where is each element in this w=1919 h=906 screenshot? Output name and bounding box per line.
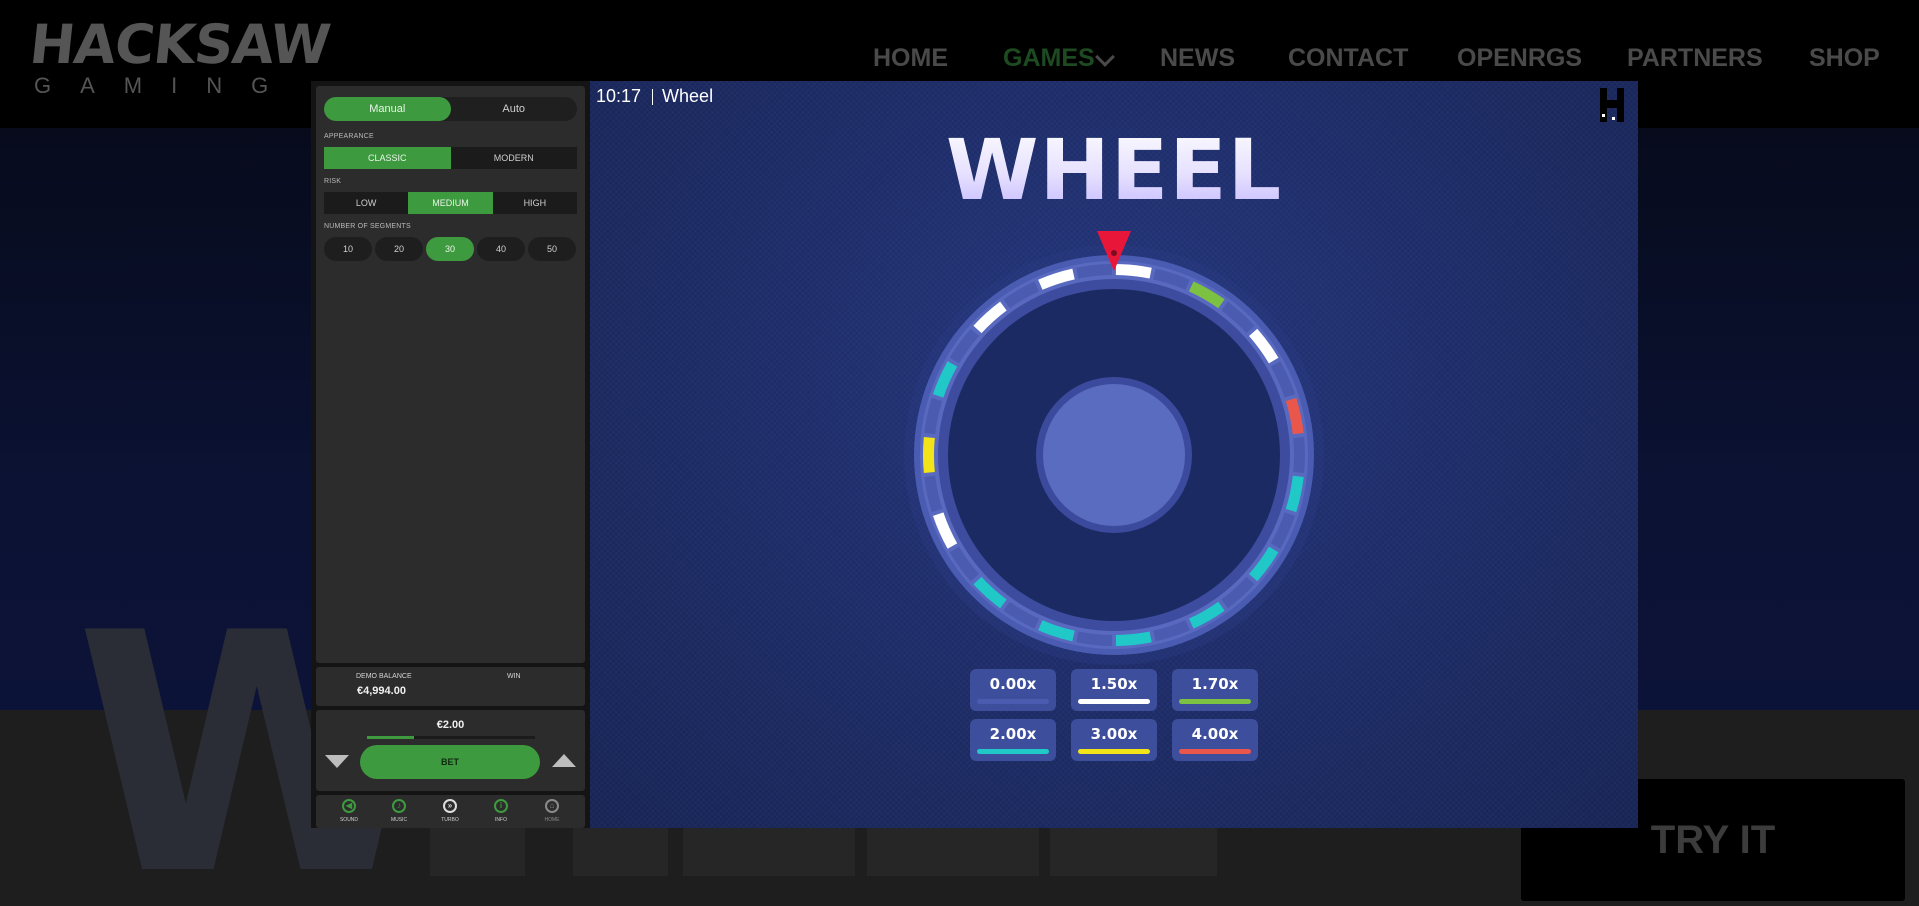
multiplier-color-bar — [977, 699, 1049, 704]
game-info-bar: 10:17 Wheel — [596, 86, 713, 107]
turbo-label: TURBO — [441, 817, 459, 823]
game-canvas[interactable]: 10:17 Wheel WHEEL 0.00x 1.50x 1.70x 2.00… — [590, 81, 1638, 828]
nav-openrgs[interactable]: OPENRGS — [1457, 44, 1582, 73]
segments-10[interactable]: 10 — [324, 237, 372, 261]
risk-high[interactable]: HIGH — [493, 192, 577, 214]
bet-amount: €2.00 — [436, 719, 465, 731]
logo-subtitle: GAMING — [34, 73, 298, 98]
multiplier-chip: 4.00x — [1172, 719, 1258, 761]
bet-slider-fill — [367, 736, 415, 739]
divider — [652, 88, 654, 105]
music-button[interactable]: ♪ MUSIC — [379, 799, 419, 825]
win-label: WIN — [507, 673, 521, 680]
appearance-label: APPEARANCE — [324, 133, 374, 140]
main-nav: HOME GAMES NEWS CONTACT OPENRGS PARTNERS… — [0, 44, 1919, 74]
turbo-button[interactable]: » TURBO — [430, 799, 470, 825]
demo-balance-label: DEMO BALANCE — [356, 673, 412, 680]
tab-auto[interactable]: Auto — [451, 97, 578, 121]
multiplier-value: 1.50x — [1090, 675, 1138, 693]
thumbnail-placeholder — [867, 826, 1039, 876]
segments-label: NUMBER OF SEGMENTS — [324, 223, 411, 230]
tab-manual[interactable]: Manual — [324, 97, 451, 121]
mode-toggle: Manual Auto — [324, 97, 577, 121]
nav-contact[interactable]: CONTACT — [1288, 44, 1408, 73]
multiplier-chip: 2.00x — [970, 719, 1056, 761]
segments-selector: 10 20 30 40 50 — [324, 237, 576, 261]
music-icon: ♪ — [392, 799, 406, 813]
game-title: WHEEL — [590, 121, 1638, 219]
multiplier-color-bar — [977, 749, 1049, 754]
nav-news[interactable]: NEWS — [1160, 44, 1235, 73]
risk-label: RISK — [324, 178, 342, 185]
risk-medium[interactable]: MEDIUM — [408, 192, 493, 214]
multiplier-value: 2.00x — [989, 725, 1037, 743]
appearance-classic[interactable]: CLASSIC — [324, 147, 451, 169]
wheel-hub — [1043, 384, 1185, 526]
multiplier-chip: 3.00x — [1071, 719, 1157, 761]
multiplier-value: 4.00x — [1191, 725, 1239, 743]
demo-balance-value: €4,994.00 — [357, 685, 406, 697]
nav-home[interactable]: HOME — [873, 44, 948, 73]
increase-bet-button[interactable] — [552, 754, 576, 767]
home-icon: ⌂ — [545, 799, 559, 813]
sound-icon: ◀ — [342, 799, 356, 813]
turbo-icon: » — [443, 799, 457, 813]
multiplier-chip: 1.70x — [1172, 669, 1258, 711]
game-name: Wheel — [662, 86, 714, 106]
thumbnail-placeholder — [1050, 826, 1217, 876]
bet-button[interactable]: BET — [360, 745, 540, 779]
wheel-segment — [923, 437, 935, 473]
nav-shop[interactable]: SHOP — [1809, 44, 1880, 73]
wheel-segment — [1293, 437, 1305, 473]
thumbnail-placeholder — [573, 826, 668, 876]
bet-panel: €2.00 BET — [316, 710, 585, 791]
multiplier-value: 3.00x — [1090, 725, 1138, 743]
nav-games[interactable]: GAMES — [1003, 44, 1095, 73]
sound-button[interactable]: ◀ SOUND — [329, 799, 369, 825]
hacksaw-h-icon — [1600, 88, 1624, 122]
multiplier-value: 1.70x — [1191, 675, 1239, 693]
home-label: HOME — [544, 817, 560, 823]
appearance-modern[interactable]: MODERN — [451, 147, 578, 169]
pointer-pin — [1111, 250, 1117, 256]
risk-low[interactable]: LOW — [324, 192, 408, 214]
appearance-selector: CLASSIC MODERN — [324, 147, 577, 169]
info-label: INFO — [495, 817, 507, 823]
decrease-bet-button[interactable] — [325, 755, 349, 768]
bet-slider[interactable] — [367, 736, 535, 739]
thumbnail-placeholder — [430, 826, 525, 876]
segments-20[interactable]: 20 — [375, 237, 423, 261]
controls-panel: Manual Auto APPEARANCE CLASSIC MODERN RI… — [316, 86, 585, 663]
multiplier-color-bar — [1179, 699, 1251, 704]
sound-label: SOUND — [339, 817, 359, 823]
multiplier-chip: 0.00x — [970, 669, 1056, 711]
thumbnail-placeholder — [683, 826, 855, 876]
segments-40[interactable]: 40 — [477, 237, 525, 261]
multiplier-color-bar — [1179, 749, 1251, 754]
music-label: MUSIC — [390, 817, 408, 823]
info-button[interactable]: i INFO — [481, 799, 521, 825]
info-icon: i — [494, 799, 508, 813]
page: { "site": { "logo_main": "HACKSAW", "log… — [0, 0, 1919, 906]
multiplier-value: 0.00x — [989, 675, 1037, 693]
segments-30[interactable]: 30 — [426, 237, 474, 261]
home-button[interactable]: ⌂ HOME — [532, 799, 572, 825]
nav-partners[interactable]: PARTNERS — [1627, 44, 1763, 73]
toolbar-panel: ◀ SOUND ♪ MUSIC » TURBO i INFO ⌂ HOME — [316, 795, 585, 828]
segments-50[interactable]: 50 — [528, 237, 576, 261]
multiplier-color-bar — [1078, 699, 1150, 704]
balance-panel: DEMO BALANCE €4,994.00 WIN — [316, 667, 585, 706]
clock: 10:17 — [596, 86, 642, 106]
multiplier-color-bar — [1078, 749, 1150, 754]
risk-selector: LOW MEDIUM HIGH — [324, 192, 577, 214]
multiplier-chip: 1.50x — [1071, 669, 1157, 711]
